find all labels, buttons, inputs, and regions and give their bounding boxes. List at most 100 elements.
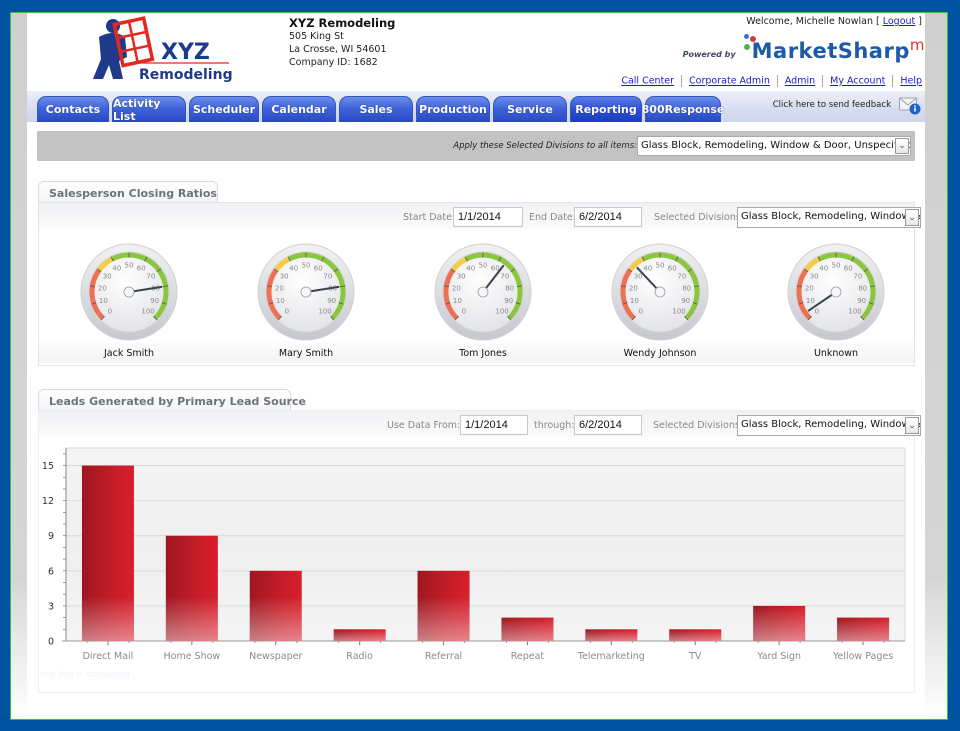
gauge-tick-label: 50 bbox=[832, 262, 841, 270]
gauge-tick-label: 50 bbox=[656, 262, 665, 270]
top-links: Call Center Corporate Admin Admin My Accoun… bbox=[621, 75, 922, 87]
logo-dot-blue bbox=[743, 34, 749, 39]
gauge-tick-label: 40 bbox=[112, 264, 121, 272]
tab-reporting[interactable]: Reporting bbox=[570, 96, 642, 122]
company-info: XYZ Remodeling 505 King St La Crosse, WI… bbox=[289, 17, 395, 69]
gauge-tick-label: 50 bbox=[479, 262, 488, 270]
gauge-dial: 0102030405060708090100 bbox=[434, 243, 532, 341]
gauge-name: Wendy Johnson bbox=[623, 348, 697, 359]
apply-divisions-value: Glass Block, Remodeling, Window & Door, … bbox=[641, 140, 911, 151]
gauge-tick-label: 30 bbox=[280, 273, 289, 281]
logout-link[interactable]: Logout bbox=[883, 16, 916, 27]
my-account-link[interactable]: My Account bbox=[830, 76, 885, 87]
gauge-name: Mary Smith bbox=[278, 348, 334, 359]
chevron-down-icon: ⌄ bbox=[905, 417, 919, 434]
gauge-tick-label: 90 bbox=[327, 297, 336, 305]
gauge-tick-label: 40 bbox=[819, 264, 828, 272]
gauge-tick-label: 60 bbox=[137, 264, 146, 272]
gauge-tick-label: 10 bbox=[806, 297, 815, 305]
company-logo[interactable]: XYZ Remodeling bbox=[89, 15, 239, 85]
logo-dot-red bbox=[749, 36, 756, 42]
gauge-mary-smith: 0102030405060708090100 bbox=[256, 242, 356, 342]
start-date-label: Start Date: bbox=[403, 212, 456, 223]
gauge-tick-label: 40 bbox=[643, 264, 652, 272]
tab-scheduler[interactable]: Scheduler bbox=[189, 96, 259, 122]
help-link[interactable]: Help bbox=[900, 76, 922, 87]
gauge-tick-label: 20 bbox=[452, 284, 461, 292]
gauge-tick-label: 90 bbox=[504, 297, 513, 305]
gauge-tick-label: 70 bbox=[323, 273, 332, 281]
logo-xyz: XYZ bbox=[161, 40, 210, 65]
gauge-tick-label: 40 bbox=[289, 264, 298, 272]
gauge-tick-label: 60 bbox=[668, 264, 677, 272]
gauge-tick-label: 80 bbox=[858, 284, 867, 292]
selected-divisions-label: Selected Divisions: bbox=[654, 212, 744, 223]
gauge-tick-label: 100 bbox=[141, 308, 154, 316]
gauge-tick-label: 0 bbox=[285, 308, 289, 316]
gauge-dial: 0102030405060708090100 bbox=[80, 243, 178, 341]
gauge-tick-label: 100 bbox=[495, 308, 508, 316]
main-nav: Contacts Activity List Scheduler Calenda… bbox=[27, 91, 925, 123]
through-label: through: bbox=[534, 420, 575, 431]
gauge-tick-label: 10 bbox=[453, 297, 462, 305]
gauge-dial: 0102030405060708090100 bbox=[611, 243, 709, 341]
leads-toolbar: Use Data From: through: Selected Divisio… bbox=[39, 411, 921, 437]
gauge-tom-jones: 0 10 20 30 40 50 60 70 80 90 100 bbox=[433, 242, 533, 342]
through-input[interactable] bbox=[574, 415, 642, 435]
left-gutter bbox=[11, 13, 27, 719]
gauge-tick-label: 20 bbox=[805, 284, 814, 292]
gauge-tick-label: 20 bbox=[629, 284, 638, 292]
end-date-label: End Date: bbox=[529, 212, 576, 223]
powered-by-label: Powered by bbox=[682, 50, 736, 59]
admin-link[interactable]: Admin bbox=[785, 76, 815, 87]
tab-service[interactable]: Service bbox=[493, 96, 567, 122]
send-feedback-button[interactable]: Click here to send feedback bbox=[773, 97, 921, 115]
gauge-tick-label: 90 bbox=[150, 297, 159, 305]
gauge-dial: 0102030405060708090100 bbox=[257, 243, 355, 341]
powered-by-marketsharp: Powered by MarketSharpm bbox=[683, 33, 925, 63]
tab-sales[interactable]: Sales bbox=[339, 96, 413, 122]
tab-production[interactable]: Production bbox=[416, 96, 490, 122]
marketsharp-mark: m bbox=[909, 36, 925, 54]
tab-contacts[interactable]: Contacts bbox=[37, 96, 109, 122]
gauge-tick-label: 100 bbox=[848, 308, 861, 316]
gauge-tick-label: 30 bbox=[810, 273, 819, 281]
company-name: XYZ Remodeling bbox=[289, 16, 396, 30]
gauge-tick-label: 10 bbox=[630, 297, 639, 305]
closing-ratios-tab: Salesperson Closing Ratios bbox=[38, 181, 218, 203]
divisions-bar: Apply these Selected Divisions to all it… bbox=[37, 131, 915, 161]
gauge-tick-label: 0 bbox=[108, 308, 112, 316]
chevron-down-icon: ⌄ bbox=[895, 138, 909, 154]
tab-calendar[interactable]: Calendar bbox=[262, 96, 336, 122]
start-date-input[interactable] bbox=[453, 207, 523, 227]
gauge-tick-label: 60 bbox=[314, 264, 323, 272]
gauge-tick-label: 70 bbox=[677, 273, 686, 281]
separator bbox=[822, 75, 824, 87]
gauge-jack-smith: 0102030405060708090100 bbox=[79, 242, 179, 342]
apply-divisions-select[interactable]: Glass Block, Remodeling, Window & Door, … bbox=[637, 136, 911, 156]
use-data-from-input[interactable] bbox=[460, 415, 528, 435]
tab-activity-list[interactable]: Activity List bbox=[112, 96, 186, 123]
corporate-admin-link[interactable]: Corporate Admin bbox=[689, 76, 770, 87]
gauge-tick-label: 20 bbox=[98, 284, 107, 292]
how-calculated-link[interactable]: How this is calculated bbox=[37, 670, 130, 680]
leads-divisions-label: Selected Divisions: bbox=[653, 420, 743, 431]
leads-divisions-select[interactable]: Glass Block, Remodeling, Window & Door ⌄ bbox=[737, 415, 921, 436]
gauge-tick-label: 0 bbox=[462, 308, 466, 316]
gauge-tick-label: 60 bbox=[844, 264, 853, 272]
gauge-tick-label: 0 bbox=[815, 308, 819, 316]
tab-800response[interactable]: 800Response bbox=[642, 96, 724, 122]
page: XYZ Remodeling XYZ Remodeling 505 King S… bbox=[27, 13, 925, 719]
gauge-name: Jack Smith bbox=[103, 348, 155, 359]
gauge-name: Tom Jones bbox=[459, 348, 507, 359]
worker-window-icon: XYZ Remodeling bbox=[93, 16, 233, 83]
gauge-tick-label: 30 bbox=[634, 273, 643, 281]
gauge-tick-label: 50 bbox=[302, 262, 311, 270]
gauge-tick-label: 70 bbox=[853, 273, 862, 281]
separator bbox=[892, 75, 894, 87]
gauge-tick-label: 100 bbox=[318, 308, 331, 316]
closing-ratios-divisions-select[interactable]: Glass Block, Remodeling, Window & Door ⌄ bbox=[737, 207, 921, 228]
gauge-tick-label: 90 bbox=[857, 297, 866, 305]
call-center-link[interactable]: Call Center bbox=[621, 76, 674, 87]
end-date-input[interactable] bbox=[574, 207, 642, 227]
